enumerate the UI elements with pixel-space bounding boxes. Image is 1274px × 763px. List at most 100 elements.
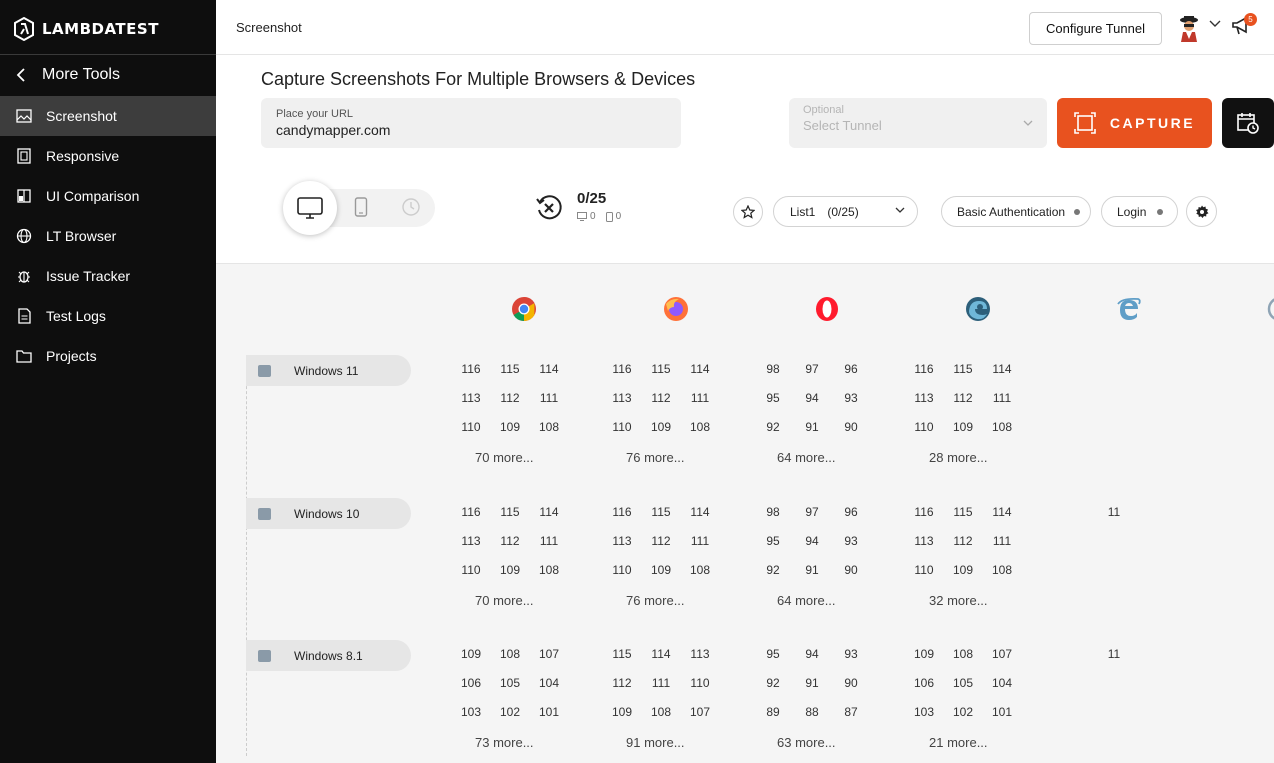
opera-version-92[interactable]: 92 [758, 563, 788, 577]
opera-version-90[interactable]: 90 [836, 563, 866, 577]
edge-version-113[interactable]: 113 [909, 391, 939, 405]
firefox-version-107[interactable]: 107 [685, 705, 715, 719]
edge-version-108[interactable]: 108 [948, 647, 978, 661]
chrome-version-105[interactable]: 105 [495, 676, 525, 690]
login-button[interactable]: Login [1101, 196, 1178, 227]
opera-more-link[interactable]: 63 more... [777, 735, 836, 750]
opera-more-link[interactable]: 64 more... [777, 593, 836, 608]
os-row-windows-10[interactable]: Windows 10 [246, 498, 411, 529]
firefox-version-114[interactable]: 114 [685, 362, 715, 376]
os-row-windows-11[interactable]: Windows 11 [246, 355, 411, 386]
chrome-version-104[interactable]: 104 [534, 676, 564, 690]
firefox-version-116[interactable]: 116 [607, 362, 637, 376]
ie-version-11[interactable]: 11 [1099, 647, 1129, 661]
opera-more-link[interactable]: 64 more... [777, 450, 836, 465]
chrome-more-link[interactable]: 70 more... [475, 450, 534, 465]
chrome-version-108[interactable]: 108 [534, 563, 564, 577]
firefox-version-112[interactable]: 112 [646, 534, 676, 548]
firefox-version-114[interactable]: 114 [685, 505, 715, 519]
edge-version-111[interactable]: 111 [987, 534, 1017, 548]
opera-version-90[interactable]: 90 [836, 420, 866, 434]
edge-version-112[interactable]: 112 [948, 534, 978, 548]
edge-version-116[interactable]: 116 [909, 362, 939, 376]
configure-tunnel-button[interactable]: Configure Tunnel [1029, 12, 1162, 45]
list-dropdown[interactable]: List1 (0/25) [773, 196, 918, 227]
more-tools-back-button[interactable]: More Tools [0, 56, 216, 94]
chrome-version-110[interactable]: 110 [456, 563, 486, 577]
opera-version-90[interactable]: 90 [836, 676, 866, 690]
chrome-version-116[interactable]: 116 [456, 505, 486, 519]
sidebar-item-issue-tracker[interactable]: Issue Tracker [0, 256, 216, 296]
schedule-button[interactable] [1222, 98, 1274, 148]
edge-version-115[interactable]: 115 [948, 362, 978, 376]
edge-version-109[interactable]: 109 [948, 563, 978, 577]
edge-version-115[interactable]: 115 [948, 505, 978, 519]
chrome-version-113[interactable]: 113 [456, 391, 486, 405]
edge-version-109[interactable]: 109 [909, 647, 939, 661]
opera-version-98[interactable]: 98 [758, 505, 788, 519]
ie-version-11[interactable]: 11 [1099, 505, 1129, 519]
sidebar-item-ui-comparison[interactable]: UI Comparison [0, 176, 216, 216]
sidebar-item-responsive[interactable]: Responsive [0, 136, 216, 176]
capture-button[interactable]: CAPTURE [1057, 98, 1212, 148]
chrome-version-106[interactable]: 106 [456, 676, 486, 690]
edge-version-110[interactable]: 110 [909, 563, 939, 577]
chrome-version-114[interactable]: 114 [534, 505, 564, 519]
chrome-version-102[interactable]: 102 [495, 705, 525, 719]
timer-icon[interactable] [401, 197, 421, 217]
opera-version-95[interactable]: 95 [758, 391, 788, 405]
opera-version-96[interactable]: 96 [836, 505, 866, 519]
edge-version-105[interactable]: 105 [948, 676, 978, 690]
edge-more-link[interactable]: 21 more... [929, 735, 988, 750]
firefox-version-115[interactable]: 115 [646, 362, 676, 376]
url-value[interactable]: candymapper.com [276, 122, 666, 138]
firefox-version-109[interactable]: 109 [646, 563, 676, 577]
chrome-version-115[interactable]: 115 [495, 505, 525, 519]
edge-version-103[interactable]: 103 [909, 705, 939, 719]
edge-version-114[interactable]: 114 [987, 505, 1017, 519]
basic-authentication-button[interactable]: Basic Authentication [941, 196, 1091, 227]
mobile-icon[interactable] [354, 197, 368, 217]
chrome-version-108[interactable]: 108 [534, 420, 564, 434]
edge-version-110[interactable]: 110 [909, 420, 939, 434]
firefox-version-110[interactable]: 110 [607, 420, 637, 434]
opera-version-96[interactable]: 96 [836, 362, 866, 376]
opera-version-94[interactable]: 94 [797, 391, 827, 405]
edge-version-106[interactable]: 106 [909, 676, 939, 690]
firefox-more-link[interactable]: 76 more... [626, 593, 685, 608]
firefox-version-110[interactable]: 110 [607, 563, 637, 577]
opera-version-97[interactable]: 97 [797, 505, 827, 519]
firefox-version-108[interactable]: 108 [685, 563, 715, 577]
opera-version-93[interactable]: 93 [836, 534, 866, 548]
edge-version-102[interactable]: 102 [948, 705, 978, 719]
chrome-version-109[interactable]: 109 [495, 420, 525, 434]
chrome-more-link[interactable]: 73 more... [475, 735, 534, 750]
sidebar-item-test-logs[interactable]: Test Logs [0, 296, 216, 336]
firefox-version-113[interactable]: 113 [685, 647, 715, 661]
sidebar-item-screenshot[interactable]: Screenshot [0, 96, 216, 136]
firefox-version-112[interactable]: 112 [607, 676, 637, 690]
chrome-version-107[interactable]: 107 [534, 647, 564, 661]
firefox-version-113[interactable]: 113 [607, 534, 637, 548]
firefox-more-link[interactable]: 91 more... [626, 735, 685, 750]
opera-version-95[interactable]: 95 [758, 534, 788, 548]
desktop-toggle[interactable] [283, 181, 337, 235]
chevron-down-icon[interactable] [1209, 20, 1221, 28]
settings-button[interactable] [1186, 196, 1217, 227]
opera-version-95[interactable]: 95 [758, 647, 788, 661]
edge-version-111[interactable]: 111 [987, 391, 1017, 405]
firefox-version-113[interactable]: 113 [607, 391, 637, 405]
edge-version-112[interactable]: 112 [948, 391, 978, 405]
edge-version-116[interactable]: 116 [909, 505, 939, 519]
firefox-version-112[interactable]: 112 [646, 391, 676, 405]
opera-version-92[interactable]: 92 [758, 420, 788, 434]
lambdatest-logo[interactable]: LAMBDATEST [14, 16, 159, 42]
edge-version-101[interactable]: 101 [987, 705, 1017, 719]
firefox-version-111[interactable]: 111 [685, 534, 715, 548]
url-input[interactable]: Place your URL candymapper.com [261, 98, 681, 148]
sidebar-item-projects[interactable]: Projects [0, 336, 216, 376]
firefox-more-link[interactable]: 76 more... [626, 450, 685, 465]
opera-version-94[interactable]: 94 [797, 647, 827, 661]
firefox-version-116[interactable]: 116 [607, 505, 637, 519]
edge-version-109[interactable]: 109 [948, 420, 978, 434]
